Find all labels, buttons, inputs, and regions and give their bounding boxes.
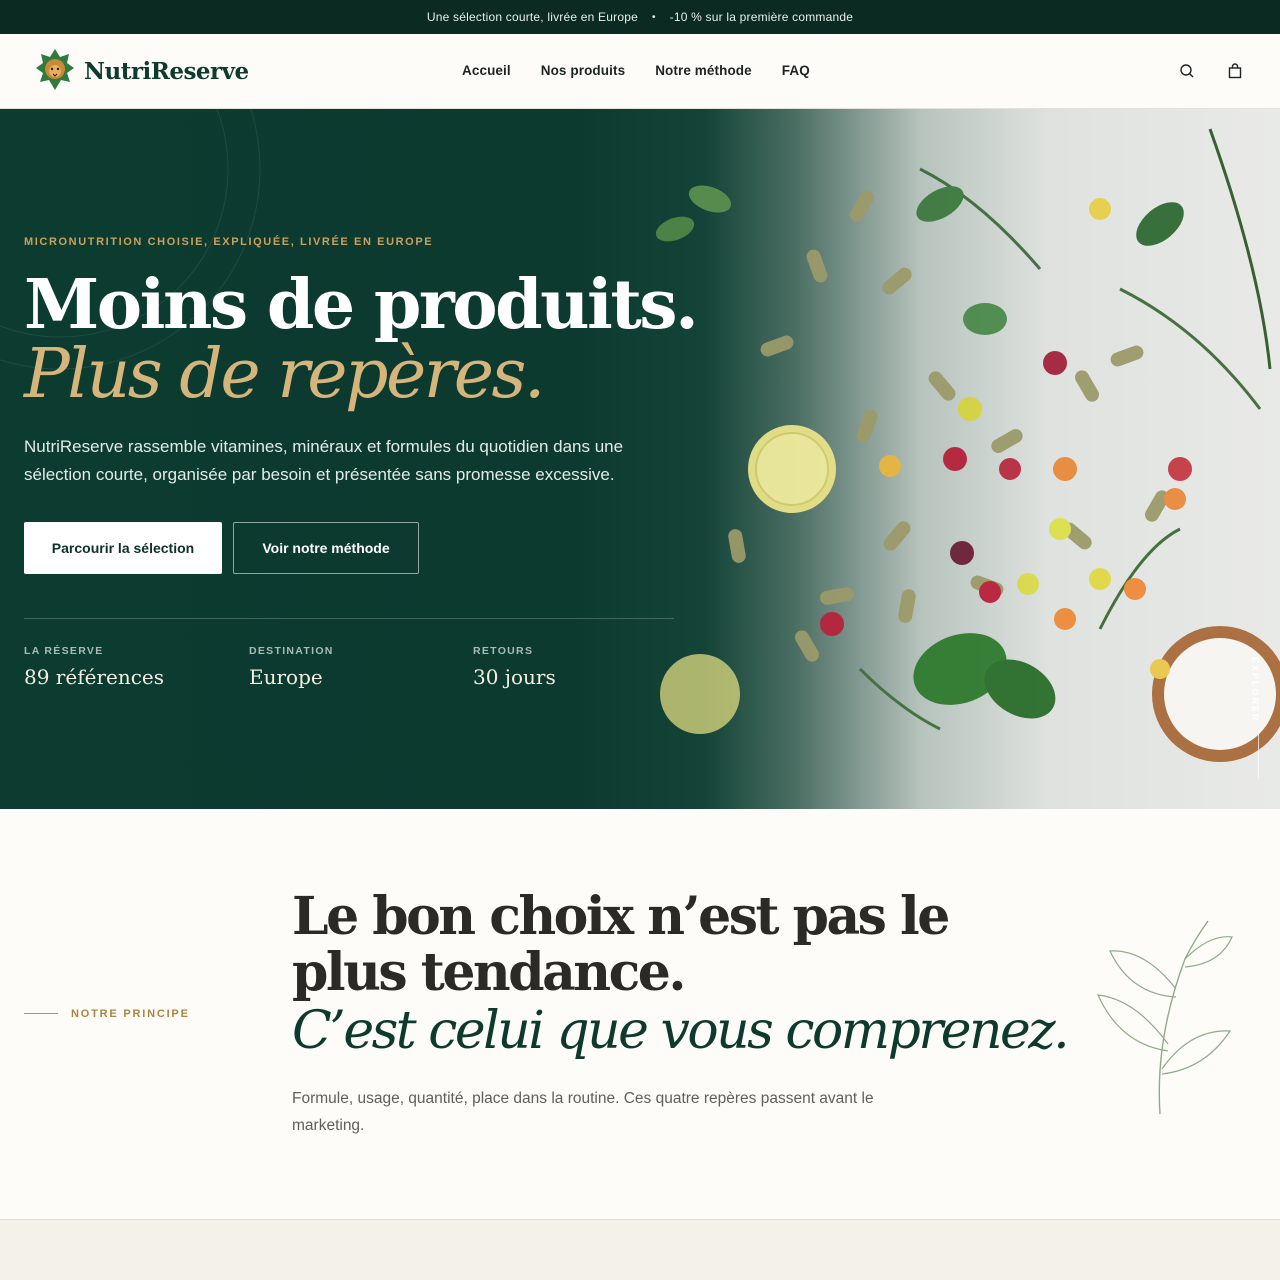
stat-value: Europe	[249, 665, 323, 689]
stat-label: LA RÉSERVE	[24, 645, 104, 657]
principle-tag: NOTRE PRINCIPE	[71, 1008, 190, 1020]
logo[interactable]: NutriReserve	[36, 48, 249, 94]
nav-accueil[interactable]: Accueil	[462, 63, 511, 78]
principle-title: Le bon choix n’est pas le plus tendance.	[292, 886, 950, 1003]
stat-value: 30 jours	[473, 665, 556, 689]
principle-title-italic: C’est celui que vous comprenez.	[292, 1001, 1070, 1061]
announcement-bar: Une sélection courte, livrée en Europe •…	[0, 0, 1280, 34]
nav-nos-produits[interactable]: Nos produits	[541, 63, 625, 78]
stat-label: RETOURS	[473, 645, 534, 657]
hero-title-italic: Plus de repères.	[24, 335, 545, 414]
hero-lead: NutriReserve rassemble vitamines, minéra…	[24, 437, 624, 484]
see-method-button[interactable]: Voir notre méthode	[233, 522, 419, 574]
announcement-separator: •	[651, 11, 656, 23]
browse-selection-button[interactable]: Parcourir la sélection	[24, 522, 222, 574]
hero-section: MICRONUTRITION CHOISIE, EXPLIQUÉE, LIVRÉ…	[0, 109, 1280, 809]
explore-link[interactable]: EXPLORER	[1250, 657, 1260, 723]
site-header: NutriReserve Accueil Nos produits Notre …	[0, 34, 1280, 109]
principle-tag-line	[24, 1013, 58, 1014]
announcement-shipping: Une sélection courte, livrée en Europe	[426, 10, 638, 24]
hero-title: Moins de produits.	[24, 265, 699, 345]
brand-name: NutriReserve	[84, 57, 249, 85]
stat-value: 89 références	[24, 665, 165, 689]
stat-reserve: LA RÉSERVE 89 références	[24, 645, 164, 689]
nav-faq[interactable]: FAQ	[782, 63, 810, 78]
main-nav: Accueil Nos produits Notre méthode FAQ	[462, 63, 810, 78]
search-icon[interactable]	[1178, 62, 1196, 80]
hero-divider	[24, 618, 674, 619]
nav-notre-methode[interactable]: Notre méthode	[655, 63, 752, 78]
leaf-sprig-icon	[1097, 920, 1233, 1115]
hero-supplements-image	[655, 128, 1280, 762]
announcement-discount: -10 % sur la première commande	[669, 10, 854, 24]
stat-label: DESTINATION	[249, 645, 334, 657]
bag-icon[interactable]	[1226, 62, 1244, 80]
stat-retours: RETOURS 30 jours	[473, 645, 556, 689]
explore-line	[1258, 729, 1259, 779]
lion-logo-icon	[36, 49, 74, 90]
next-section-band	[0, 1220, 1280, 1280]
hero-eyebrow: MICRONUTRITION CHOISIE, EXPLIQUÉE, LIVRÉ…	[24, 236, 434, 248]
principle-text: Formule, usage, quantité, place dans la …	[292, 1090, 874, 1134]
stat-destination: DESTINATION Europe	[249, 645, 334, 689]
principle-section: NOTRE PRINCIPE Le bon choix n’est pas le…	[0, 809, 1280, 1220]
